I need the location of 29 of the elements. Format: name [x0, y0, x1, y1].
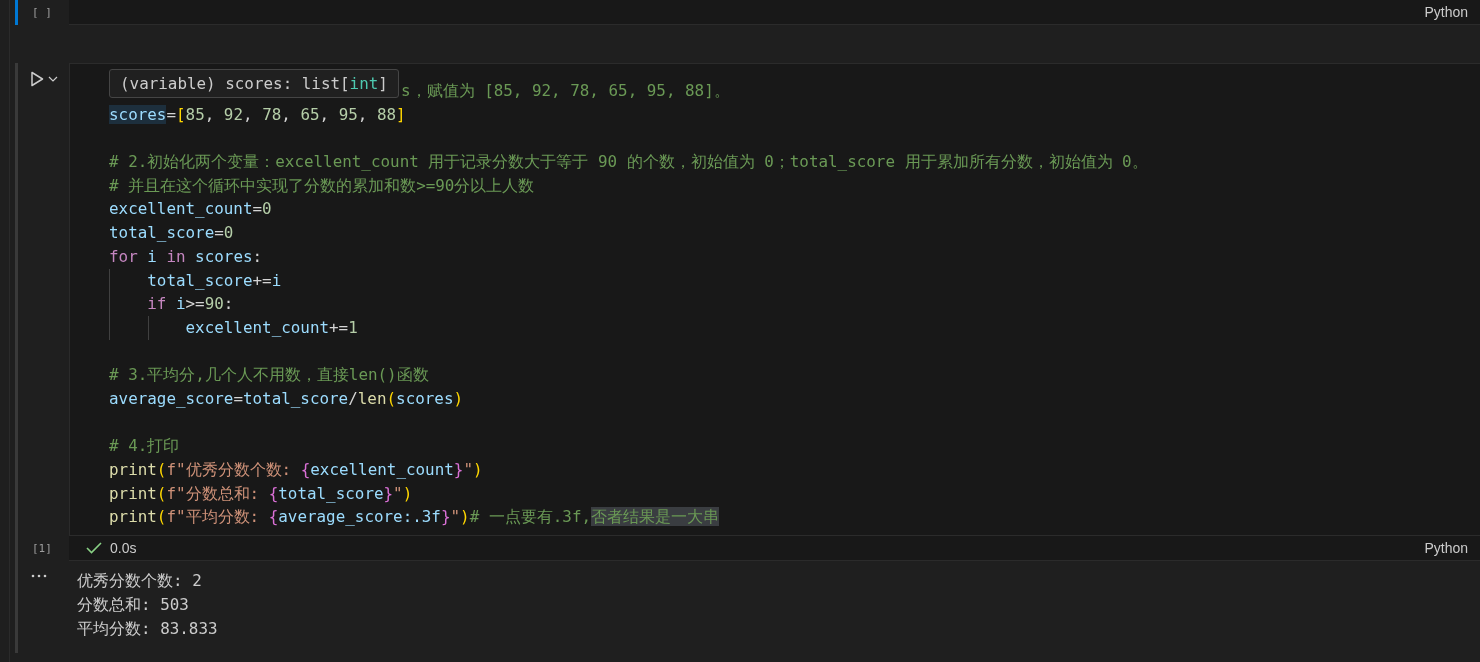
code-comment: # 4.打印	[109, 435, 180, 458]
code-comment: # 2.初始化两个变量：excellent_count 用于记录分数大于等于 90 的个数，初始值为 0；total_score 用于累加所有分数，初始值为 0。	[109, 151, 1148, 174]
code-comment: # 3.平均分,几个人不用数，直接len()函数	[109, 364, 429, 387]
code-line: excellent_count=0	[109, 198, 272, 221]
code-comment: # 并且在这个循环中实现了分数的累加和数>=90分以上人数	[109, 174, 535, 197]
output-line: 平均分数: 83.833	[77, 618, 218, 641]
code-comment: s，赋值为 [85, 92, 78, 65, 95, 88]。	[401, 80, 730, 102]
language-selector[interactable]: Python	[1424, 540, 1468, 557]
code-line: excellent_count+=1	[109, 315, 358, 340]
code-line: print(f"平均分数: {average_score:.3f}")# 一点要有.3f,否者结果是一大串	[109, 506, 720, 529]
code-editor[interactable]	[69, 63, 1480, 537]
code-line: if i>=90:	[109, 292, 234, 316]
output-line: 分数总和: 503	[77, 594, 189, 617]
language-selector[interactable]: Python	[1424, 4, 1468, 20]
chevron-down-icon[interactable]	[48, 76, 58, 82]
run-icon[interactable]	[30, 71, 44, 87]
output-line: 优秀分数个数: 2	[77, 570, 202, 593]
execution-time: 0.0s	[110, 540, 137, 557]
more-icon[interactable]	[31, 574, 47, 579]
code-line: print(f"优秀分数个数: {excellent_count}")	[109, 459, 483, 481]
code-line: average_score=total_score/len(scores)	[109, 387, 464, 410]
code-line: print(f"分数总和: {total_score}")	[109, 482, 413, 505]
code-line: total_score+=i	[109, 268, 282, 293]
execution-count: [1]	[32, 541, 52, 555]
execution-count: [ ]	[32, 5, 52, 19]
code-line: total_score=0	[109, 222, 234, 245]
hover-tooltip: (variable) scores: list[int]	[109, 69, 399, 98]
code-line: scores=[85, 92, 78, 65, 95, 88]	[109, 103, 406, 126]
code-line: for i in scores:	[109, 245, 263, 268]
